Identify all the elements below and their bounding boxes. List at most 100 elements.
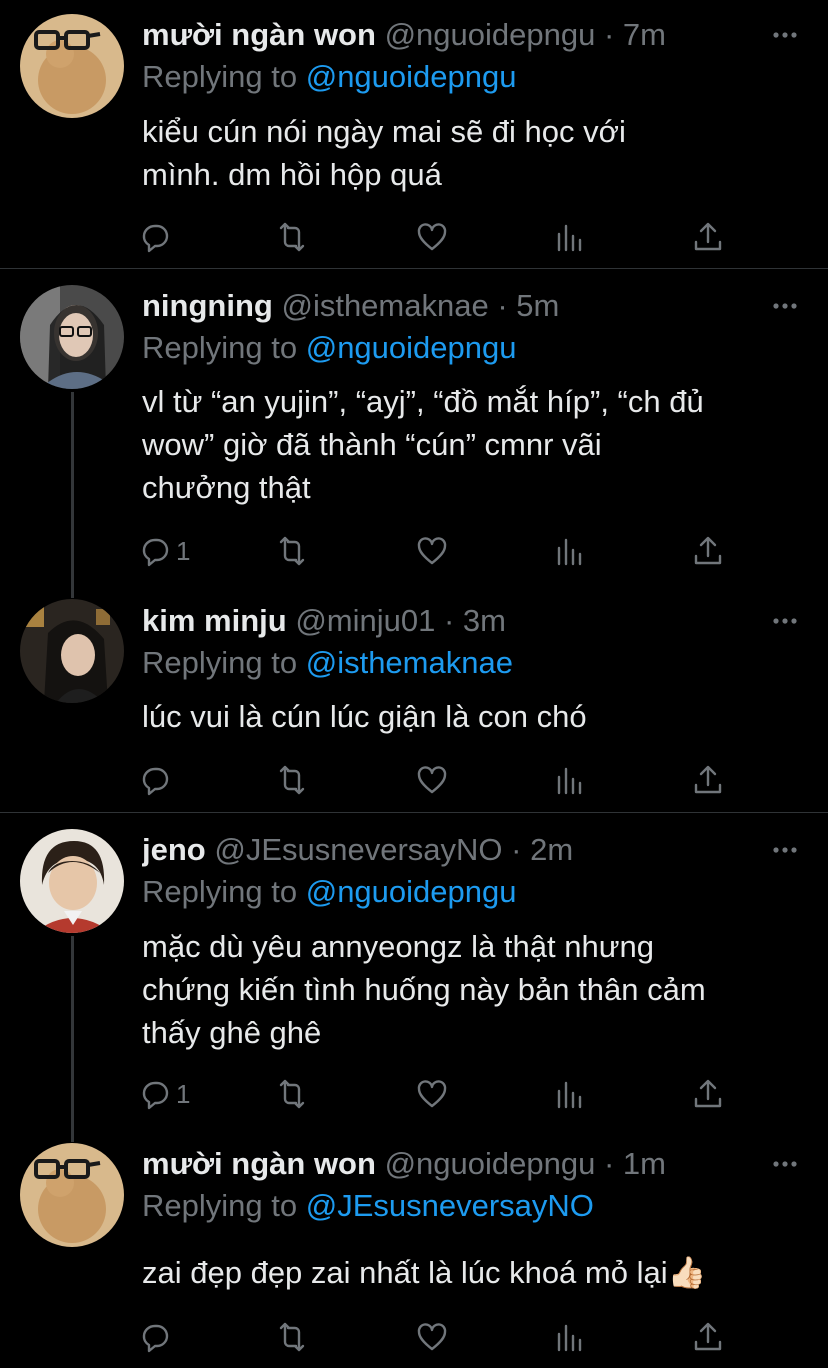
replying-to: Replying to @nguoidepngu	[142, 872, 516, 912]
more-icon[interactable]	[770, 606, 800, 636]
tweet-header: mười ngàn won @nguoidepngu · 7m	[142, 15, 738, 55]
display-name[interactable]: jeno	[142, 832, 206, 867]
display-name[interactable]: mười ngàn won	[142, 17, 376, 52]
share-button[interactable]	[691, 760, 725, 800]
replying-to-link[interactable]: @nguoidepngu	[306, 59, 517, 94]
retweet-button[interactable]	[275, 531, 309, 571]
share-icon	[694, 536, 722, 565]
tweet-header: jeno @JEsusneversayNO · 2m	[142, 830, 738, 870]
more-icon[interactable]	[770, 835, 800, 865]
replying-label: Replying to	[142, 330, 298, 365]
analytics-icon	[557, 1081, 582, 1109]
replying-to: Replying to @nguoidepngu	[142, 328, 516, 368]
retweet-icon	[279, 765, 305, 795]
views-button[interactable]	[553, 531, 587, 571]
like-button[interactable]	[415, 217, 449, 257]
like-button[interactable]	[415, 1074, 449, 1114]
replying-to-link[interactable]: @JEsusneversayNO	[306, 1188, 594, 1223]
reply-button[interactable]: 1	[138, 531, 190, 571]
handle-time[interactable]: @isthemaknae · 5m	[281, 288, 559, 323]
action-bar: 1	[138, 1074, 738, 1114]
comment-icon	[142, 1324, 169, 1353]
replying-to-link[interactable]: @nguoidepngu	[306, 874, 517, 909]
replying-label: Replying to	[142, 874, 298, 909]
more-icon[interactable]	[770, 20, 800, 50]
tweet[interactable]: mười ngàn won @nguoidepngu · 7m Replying…	[0, 0, 828, 268]
views-button[interactable]	[553, 1074, 587, 1114]
tweet-text: mặc dù yêu annyeongz là thật nhưng chứng…	[142, 929, 706, 1050]
share-icon	[694, 765, 722, 794]
reply-button[interactable]: 1	[138, 1074, 190, 1114]
replying-label: Replying to	[142, 59, 298, 94]
share-button[interactable]	[691, 217, 725, 257]
retweet-button[interactable]	[275, 217, 309, 257]
replying-label: Replying to	[142, 645, 298, 680]
views-button[interactable]	[553, 217, 587, 257]
handle-time[interactable]: @minju01 · 3m	[295, 603, 506, 638]
analytics-icon	[557, 538, 582, 566]
tweet-text: vl từ “an yujin”, “ayj”, “đồ mắt híp”, “…	[142, 384, 704, 505]
action-bar	[138, 217, 738, 257]
avatar[interactable]	[20, 14, 124, 118]
action-bar	[138, 1317, 738, 1357]
tweet[interactable]: mười ngàn won @nguoidepngu · 1m Replying…	[0, 1127, 828, 1368]
retweet-icon	[279, 1079, 305, 1109]
like-button[interactable]	[415, 760, 449, 800]
heart-icon	[417, 1323, 447, 1351]
tweet-text: zai đẹp đẹp zai nhất là lúc khoá mỏ lại👍…	[142, 1255, 707, 1290]
retweet-icon	[279, 222, 305, 252]
retweet-button[interactable]	[275, 1074, 309, 1114]
avatar[interactable]	[20, 829, 124, 933]
share-icon	[694, 1322, 722, 1351]
replying-label: Replying to	[142, 1188, 298, 1223]
analytics-icon	[557, 767, 582, 795]
like-button[interactable]	[415, 531, 449, 571]
retweet-button[interactable]	[275, 760, 309, 800]
replying-to: Replying to @isthemaknae	[142, 643, 513, 683]
replying-to: Replying to @JEsusneversayNO	[142, 1186, 594, 1226]
share-button[interactable]	[691, 1074, 725, 1114]
heart-icon	[417, 1080, 447, 1108]
comment-icon	[142, 224, 169, 253]
more-icon[interactable]	[770, 1149, 800, 1179]
avatar[interactable]	[20, 1143, 124, 1247]
handle-time[interactable]: @nguoidepngu · 1m	[385, 1146, 666, 1181]
retweet-button[interactable]	[275, 1317, 309, 1357]
retweet-icon	[279, 536, 305, 566]
reply-button[interactable]	[138, 760, 176, 800]
share-button[interactable]	[691, 1317, 725, 1357]
comment-icon	[142, 538, 169, 567]
action-bar: 1	[138, 531, 738, 571]
display-name[interactable]: mười ngàn won	[142, 1146, 376, 1181]
tweet-header: mười ngàn won @nguoidepngu · 1m	[142, 1144, 738, 1184]
comment-icon	[142, 1081, 169, 1110]
reply-count: 1	[176, 1078, 191, 1109]
replying-to-link[interactable]: @nguoidepngu	[306, 330, 517, 365]
views-button[interactable]	[553, 760, 587, 800]
tweet[interactable]: ningning @isthemaknae · 5m Replying to @…	[0, 269, 828, 583]
reply-button[interactable]	[138, 1317, 176, 1357]
replying-to-link[interactable]: @isthemaknae	[306, 645, 513, 680]
heart-icon	[417, 766, 447, 794]
display-name[interactable]: ningning	[142, 288, 273, 323]
avatar[interactable]	[20, 599, 124, 703]
tweet[interactable]: kim minju @minju01 · 3m Replying to @ist…	[0, 583, 828, 812]
analytics-icon	[557, 224, 582, 252]
tweet[interactable]: jeno @JEsusneversayNO · 2m Replying to @…	[0, 813, 828, 1127]
heart-icon	[417, 537, 447, 565]
action-bar	[138, 760, 738, 800]
like-button[interactable]	[415, 1317, 449, 1357]
comment-icon	[142, 767, 169, 796]
display-name[interactable]: kim minju	[142, 603, 287, 638]
share-icon	[694, 222, 722, 251]
reply-button[interactable]	[138, 217, 176, 257]
handle-time[interactable]: @JEsusneversayNO · 2m	[214, 832, 573, 867]
share-icon	[694, 1079, 722, 1108]
avatar[interactable]	[20, 285, 124, 389]
replying-to: Replying to @nguoidepngu	[142, 57, 516, 97]
tweet-header: ningning @isthemaknae · 5m	[142, 286, 738, 326]
share-button[interactable]	[691, 531, 725, 571]
more-icon[interactable]	[770, 291, 800, 321]
views-button[interactable]	[553, 1317, 587, 1357]
handle-time[interactable]: @nguoidepngu · 7m	[385, 17, 666, 52]
